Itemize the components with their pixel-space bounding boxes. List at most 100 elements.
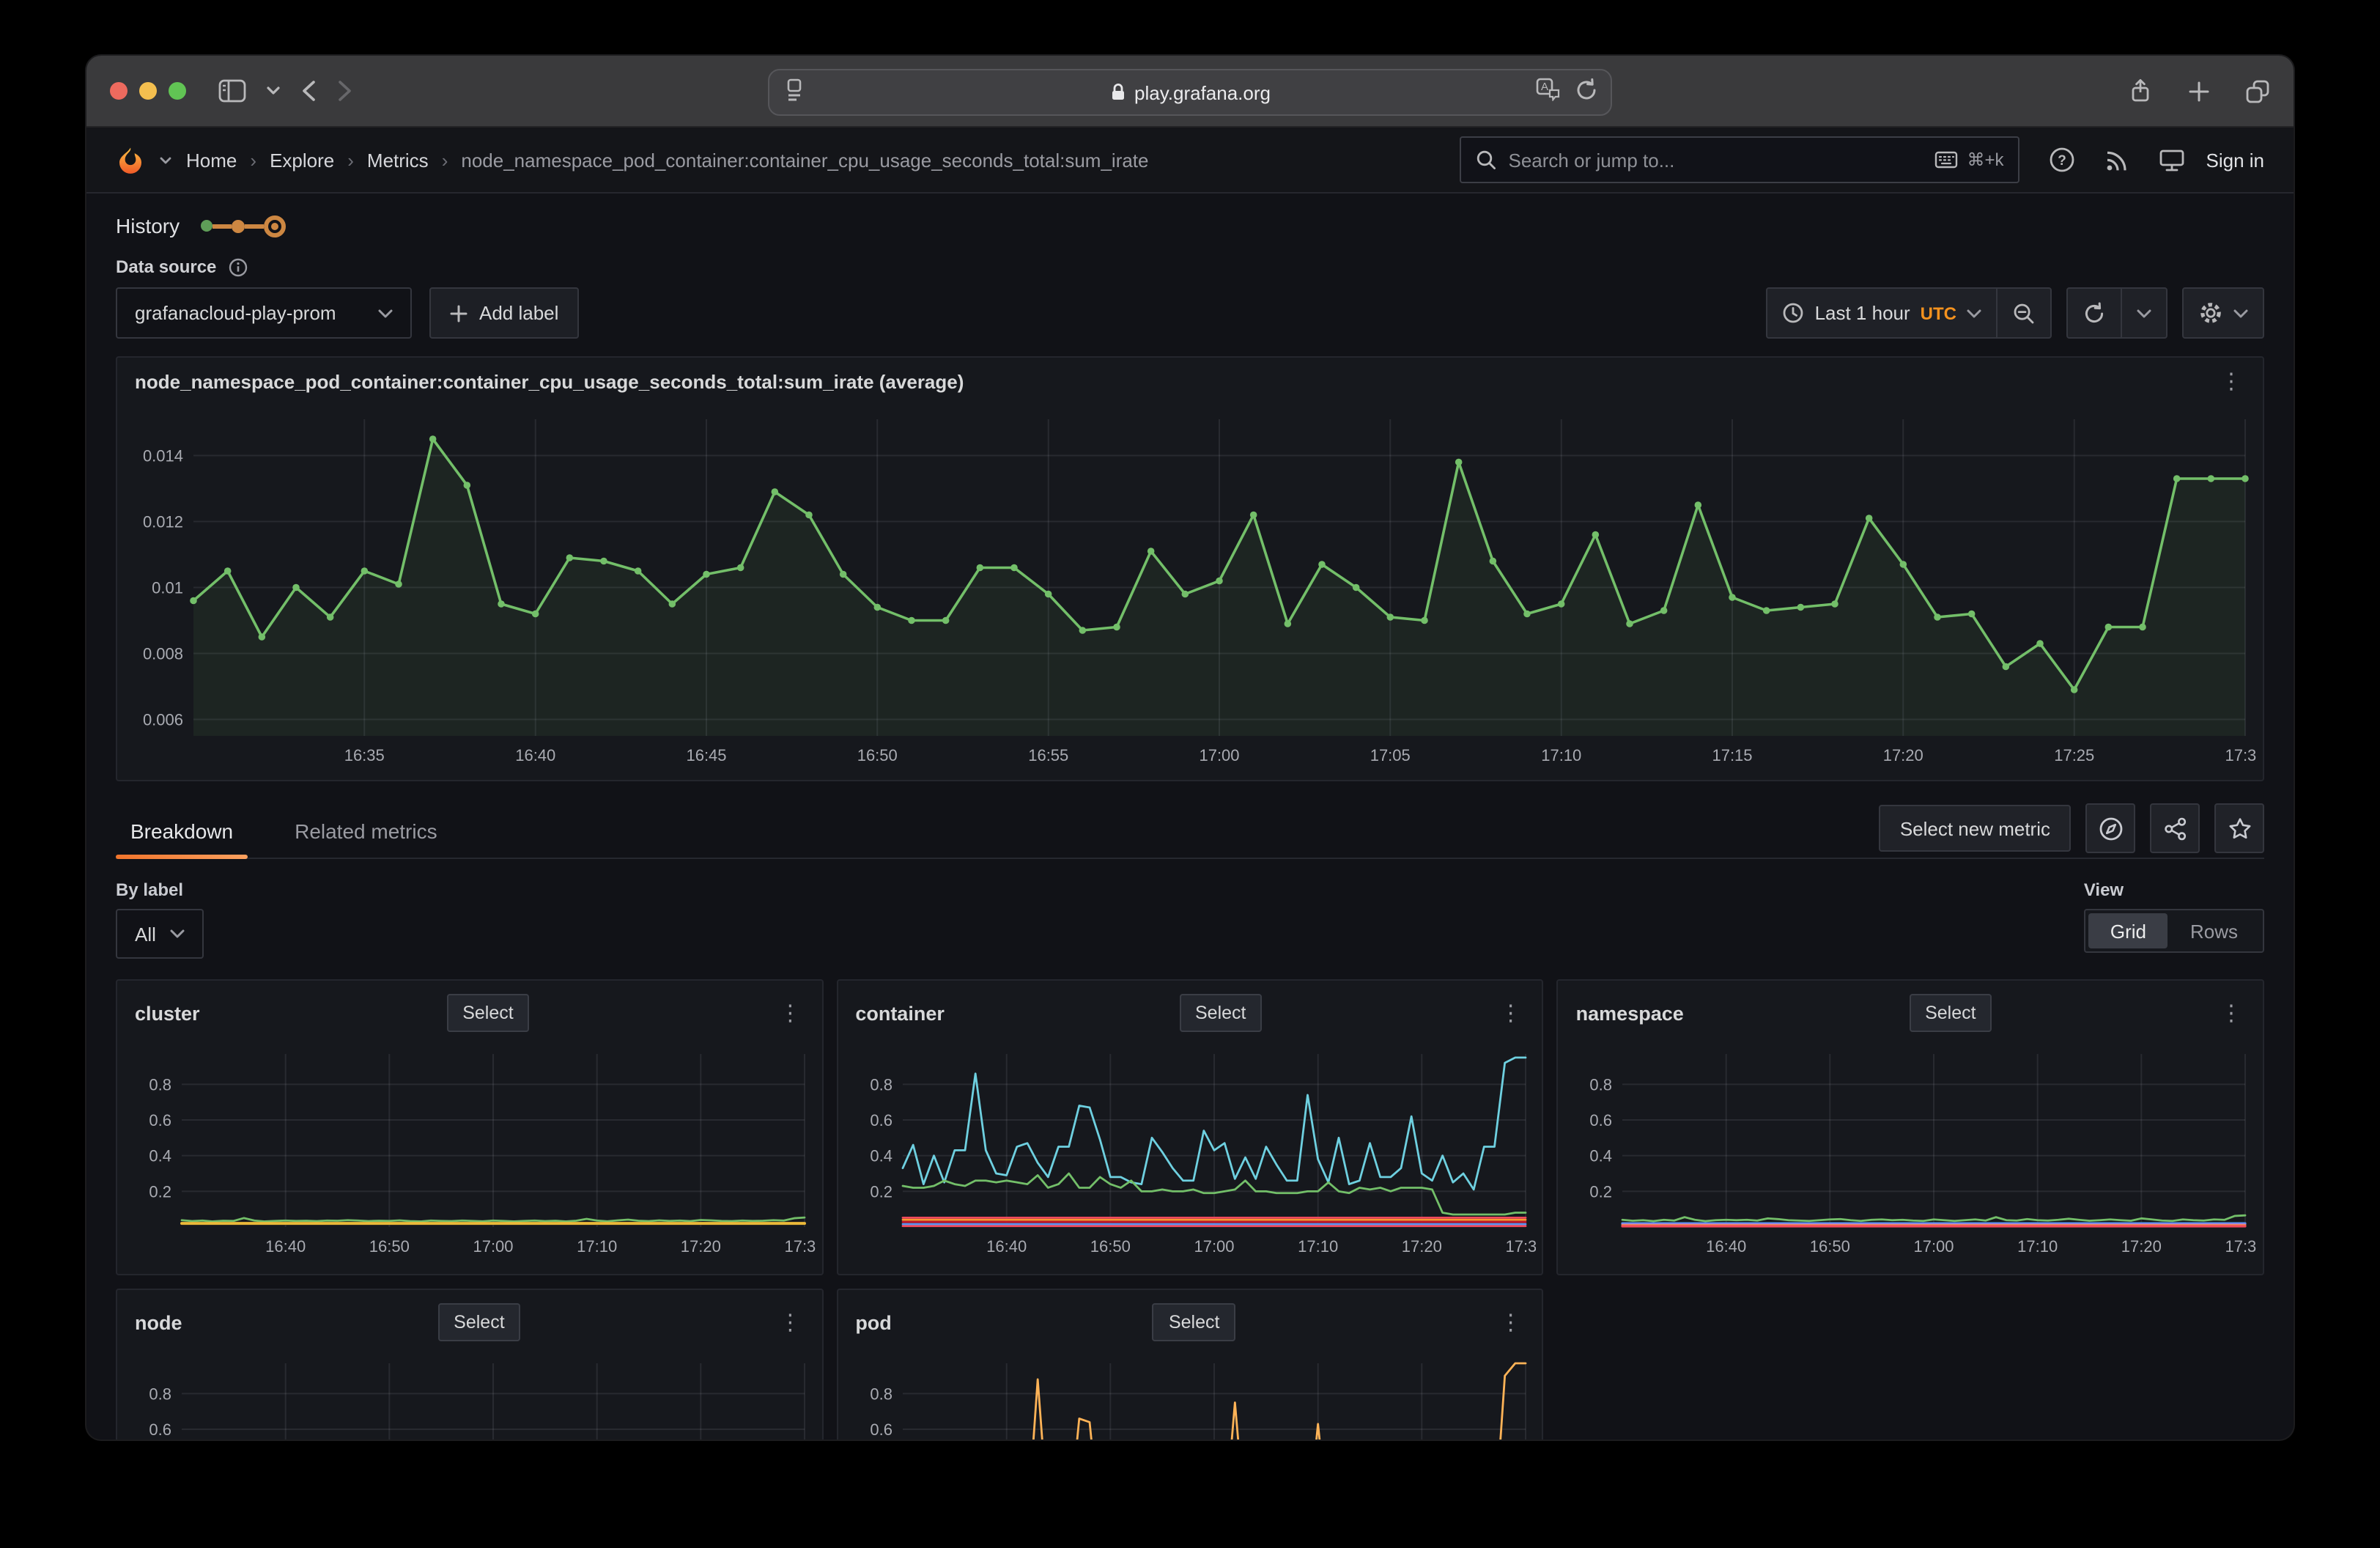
breakdown-tabs-row: Breakdown Related metrics Select new met… (116, 805, 2264, 859)
by-label-dropdown[interactable]: All (116, 909, 204, 959)
settings-button[interactable] (2184, 289, 2263, 337)
breakdown-grid: clusterSelect⋮16:4016:5017:0017:1017:201… (116, 979, 2264, 1440)
node-chart[interactable]: 16:4016:5017:0017:1017:2017:300.20.40.60… (123, 1354, 816, 1440)
grafana-logo[interactable] (116, 144, 145, 175)
y-axis-tick-label: 0.2 (870, 1182, 892, 1201)
panel-menu-icon[interactable]: ⋮ (1497, 1311, 1525, 1333)
breadcrumb-separator: › (347, 149, 354, 171)
namespace-chart-svg: 16:4016:5017:0017:1017:2017:300.20.40.60… (1564, 1045, 2257, 1268)
add-label-text: Add label (479, 302, 558, 324)
tab-related-metrics[interactable]: Related metrics (280, 805, 452, 858)
chevron-down-icon (1967, 309, 1981, 317)
breakdown-panel-pod: podSelect⋮16:4016:5017:0017:1017:2017:30… (836, 1289, 1543, 1440)
zoom-out-button[interactable] (1996, 289, 2050, 337)
x-axis-tick-label: 16:40 (515, 746, 555, 764)
search-input[interactable]: Search or jump to... ⌘+k (1460, 136, 2020, 183)
panel-menu-icon[interactable]: ⋮ (2217, 370, 2245, 392)
time-range-picker[interactable]: Last 1 hour UTC (1768, 289, 1996, 337)
address-bar[interactable]: play.grafana.org A (768, 69, 1612, 116)
panel-menu-icon[interactable]: ⋮ (776, 1311, 804, 1333)
explore-compass-button[interactable] (2085, 803, 2135, 853)
namespace-chart[interactable]: 16:4016:5017:0017:1017:2017:300.20.40.60… (1564, 1045, 2257, 1268)
svg-text:?: ? (2058, 153, 2067, 169)
chevron-down-icon (378, 309, 393, 317)
page-settings-icon[interactable] (783, 78, 806, 103)
monitor-icon[interactable] (2159, 147, 2186, 172)
pod-chart[interactable]: 16:4016:5017:0017:1017:2017:300.20.40.60… (843, 1354, 1536, 1440)
y-axis-tick-label: 0.8 (870, 1075, 892, 1094)
x-axis-tick-label: 17:00 (1914, 1237, 1954, 1256)
y-axis-tick-label: 0.8 (1590, 1075, 1613, 1094)
y-axis-tick-label: 0.6 (149, 1420, 171, 1439)
breadcrumb-item[interactable]: Explore (270, 149, 334, 171)
x-axis-tick-label: 16:35 (344, 746, 385, 764)
share-graph-button[interactable] (2150, 803, 2200, 853)
history-stepper[interactable] (200, 215, 285, 237)
grafana-top-nav: Home›Explore›Metrics›node_namespace_pod_… (86, 128, 2294, 194)
sidebar-chevron-down-icon[interactable] (267, 86, 280, 95)
x-axis-tick-label: 16:55 (1028, 746, 1068, 764)
history-label: History (116, 214, 180, 237)
reload-icon[interactable] (1575, 78, 1597, 101)
logo-chevron-down-icon[interactable] (160, 156, 171, 163)
back-button-icon[interactable] (300, 79, 317, 103)
y-axis-tick-label: 0.8 (149, 1075, 171, 1094)
y-axis-tick-label: 0.4 (149, 1147, 171, 1165)
x-axis-tick-label: 17:10 (1541, 746, 1581, 764)
add-label-button[interactable]: Add label (429, 287, 579, 339)
refresh-icon (2082, 301, 2106, 325)
panel-menu-icon[interactable]: ⋮ (776, 1002, 804, 1024)
select-button[interactable]: Select (437, 1303, 521, 1341)
zoom-window-button[interactable] (169, 82, 186, 100)
data-source-value: grafanacloud-play-prom (135, 302, 336, 324)
y-axis-tick-label: 0.8 (870, 1385, 892, 1403)
cluster-chart[interactable]: 16:4016:5017:0017:1017:2017:300.20.40.60… (123, 1045, 816, 1268)
select-button[interactable]: Select (1179, 994, 1263, 1032)
data-source-label: Data source (116, 257, 216, 277)
close-window-button[interactable] (110, 82, 128, 100)
forward-button-icon[interactable] (337, 79, 353, 103)
select-button[interactable]: Select (446, 994, 530, 1032)
time-range-controls: Last 1 hour UTC (1767, 287, 2052, 339)
metric-panel-title: node_namespace_pod_container:container_c… (135, 370, 964, 392)
metric-graph-chart[interactable]: 16:3516:4016:4516:5016:5517:0017:0517:10… (123, 405, 2257, 774)
x-axis-tick-label: 16:50 (857, 746, 898, 764)
history-step-dot[interactable] (231, 219, 244, 232)
minimize-window-button[interactable] (139, 82, 157, 100)
sign-in-button[interactable]: Sign in (2206, 149, 2265, 171)
breadcrumb-item: node_namespace_pod_container:container_c… (461, 149, 1148, 171)
data-source-picker[interactable]: grafanacloud-play-prom (116, 287, 412, 339)
tab-overview-icon[interactable] (2245, 78, 2270, 104)
y-axis-tick-label: 0.4 (1590, 1147, 1613, 1165)
tab-breakdown[interactable]: Breakdown (116, 805, 248, 858)
panel-menu-icon[interactable]: ⋮ (1497, 1002, 1525, 1024)
news-rss-icon[interactable] (2105, 147, 2130, 172)
sidebar-toggle-icon[interactable] (218, 79, 246, 103)
panel-menu-icon[interactable]: ⋮ (2217, 1002, 2245, 1024)
history-step-current[interactable] (263, 215, 285, 237)
y-axis-tick-label: 0.8 (149, 1385, 171, 1403)
container-chart[interactable]: 16:4016:5017:0017:1017:2017:300.20.40.60… (843, 1045, 1536, 1268)
new-tab-icon[interactable] (2188, 78, 2210, 104)
view-option-rows[interactable]: Rows (2168, 913, 2260, 948)
breadcrumb-item[interactable]: Metrics (367, 149, 429, 171)
select-button[interactable]: Select (1909, 994, 1992, 1032)
breadcrumb-separator: › (250, 149, 256, 171)
select-new-metric-button[interactable]: Select new metric (1880, 805, 2071, 852)
view-option-grid[interactable]: Grid (2088, 913, 2168, 948)
history-step-dot[interactable] (200, 220, 212, 232)
star-button[interactable] (2214, 803, 2264, 853)
select-button[interactable]: Select (1153, 1303, 1236, 1341)
y-axis-tick-label: 0.2 (1590, 1182, 1613, 1201)
translate-icon[interactable]: A (1536, 78, 1561, 101)
x-axis-tick-label: 17:30 (1505, 1237, 1537, 1256)
breakdown-panel-cluster: clusterSelect⋮16:4016:5017:0017:1017:201… (116, 979, 823, 1275)
url-text: play.grafana.org (1134, 81, 1271, 103)
chevron-down-icon (171, 929, 185, 938)
breadcrumb-item[interactable]: Home (186, 149, 237, 171)
help-icon[interactable]: ? (2050, 147, 2076, 173)
refresh-button[interactable] (2068, 289, 2121, 337)
share-icon[interactable] (2128, 78, 2153, 104)
node-chart-svg: 16:4016:5017:0017:1017:2017:300.20.40.60… (123, 1354, 816, 1440)
refresh-interval-dropdown[interactable] (2121, 289, 2166, 337)
